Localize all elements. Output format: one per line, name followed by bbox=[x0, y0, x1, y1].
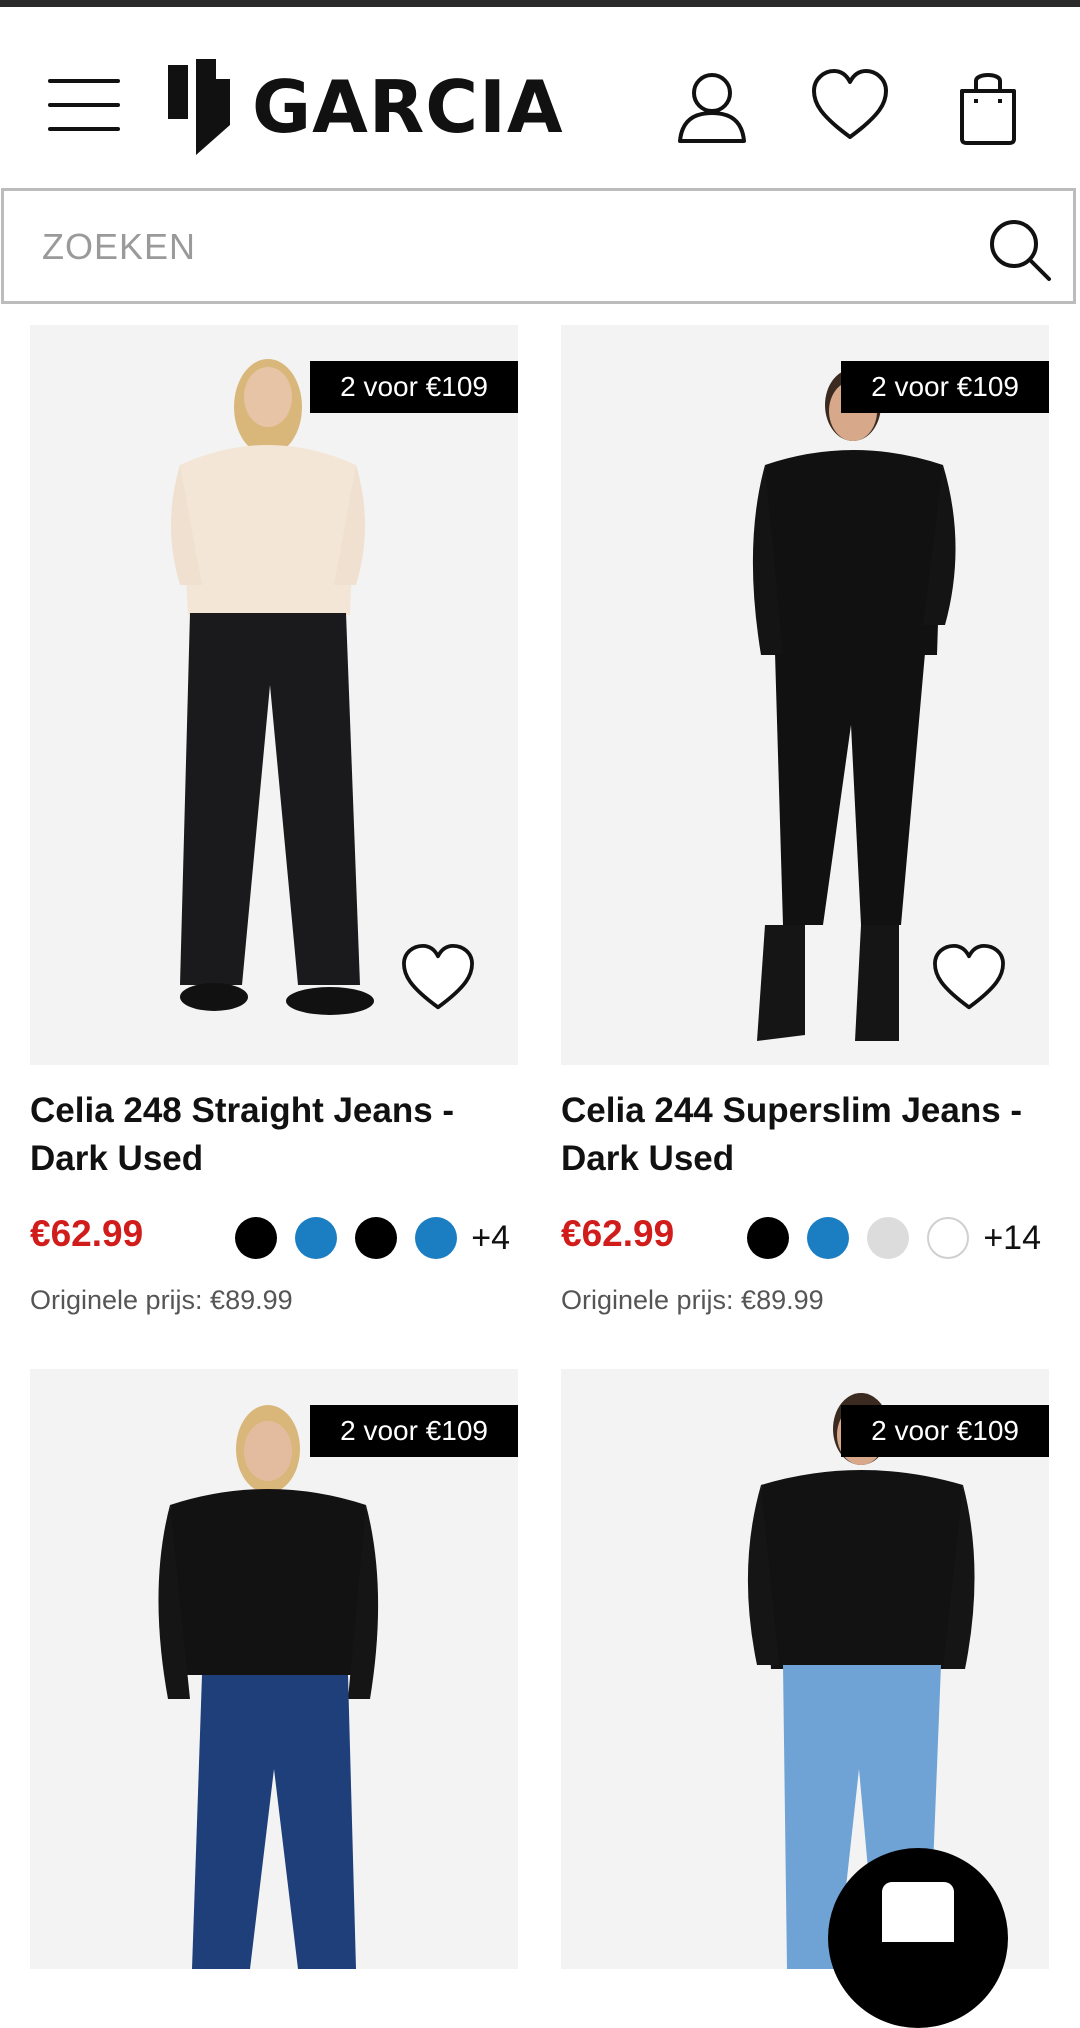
status-bar bbox=[0, 0, 1080, 7]
product-image[interactable]: 2 voor €109 bbox=[30, 1369, 518, 1969]
chat-button[interactable] bbox=[828, 1848, 1008, 2028]
product-title[interactable]: Celia 248 Straight Jeans - Dark Used bbox=[30, 1087, 518, 1183]
color-swatch-grey[interactable] bbox=[867, 1217, 910, 1259]
color-swatches: +14 bbox=[729, 1217, 1041, 1259]
color-swatch-blue[interactable] bbox=[415, 1217, 458, 1259]
model-photo bbox=[30, 1369, 518, 1969]
search-input[interactable] bbox=[40, 213, 944, 281]
more-colors-count[interactable]: +4 bbox=[471, 1219, 510, 1258]
color-swatch-blue[interactable] bbox=[295, 1217, 338, 1259]
add-to-wishlist-heart-icon[interactable] bbox=[400, 943, 476, 1013]
product-image[interactable]: 2 voor €109 bbox=[561, 325, 1049, 1065]
original-price: Originele prijs: €89.99 bbox=[30, 1285, 293, 1315]
user-icon[interactable] bbox=[672, 67, 752, 147]
product-image[interactable]: 2 voor €109 bbox=[30, 325, 518, 1065]
brand-name: GARCIA bbox=[252, 65, 564, 149]
promo-badge: 2 voor €109 bbox=[310, 1405, 518, 1457]
color-swatch-blue[interactable] bbox=[807, 1217, 850, 1259]
add-to-wishlist-heart-icon[interactable] bbox=[931, 943, 1007, 1013]
color-swatch-black[interactable] bbox=[747, 1217, 790, 1259]
promo-badge: 2 voor €109 bbox=[841, 1405, 1049, 1457]
product-price: €62.99 bbox=[30, 1213, 144, 1254]
brand-logo[interactable]: GARCIA bbox=[168, 59, 564, 155]
search-bar bbox=[1, 188, 1076, 304]
promo-badge: 2 voor €109 bbox=[841, 361, 1049, 413]
site-header: GARCIA bbox=[0, 7, 1080, 187]
hamburger-menu-icon[interactable] bbox=[48, 77, 120, 133]
search-icon[interactable] bbox=[987, 217, 1053, 283]
color-swatch-white[interactable] bbox=[927, 1217, 970, 1259]
heart-icon[interactable] bbox=[810, 67, 890, 147]
more-colors-count[interactable]: +14 bbox=[983, 1219, 1041, 1258]
color-swatches: +4 bbox=[217, 1217, 510, 1259]
original-price: Originele prijs: €89.99 bbox=[561, 1285, 824, 1315]
product-title[interactable]: Celia 244 Superslim Jeans - Dark Used bbox=[561, 1087, 1049, 1183]
color-swatch-black[interactable] bbox=[235, 1217, 278, 1259]
chat-icon bbox=[882, 1882, 954, 1942]
promo-badge: 2 voor €109 bbox=[310, 361, 518, 413]
product-price: €62.99 bbox=[561, 1213, 675, 1254]
garcia-logo-mark-icon bbox=[168, 59, 230, 155]
color-swatch-black[interactable] bbox=[355, 1217, 398, 1259]
shopping-bag-icon[interactable] bbox=[948, 67, 1028, 147]
